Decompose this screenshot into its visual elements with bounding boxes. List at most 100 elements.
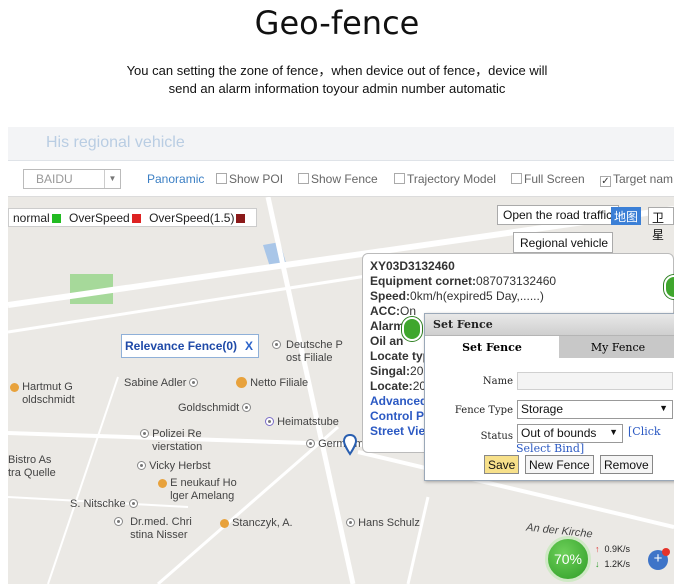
remove-button[interactable]: Remove (600, 455, 653, 474)
map-poi[interactable]: Hans Schulz (346, 517, 420, 530)
legend-overspeed15-swatch (236, 214, 246, 223)
advanced-link[interactable]: Advanced (370, 394, 427, 408)
equipment-value: 087073132460 (476, 274, 557, 288)
poi-dot-icon (189, 378, 199, 387)
checkbox-icon[interactable] (511, 173, 522, 184)
checkbox-icon[interactable] (298, 173, 309, 184)
map-toolbar: BAIDU ▼ Panoramic Show POI Show Fence Tr… (8, 161, 674, 197)
poi-dot-icon (242, 403, 252, 412)
open-road-traffic-button[interactable]: Open the road traffic (497, 205, 620, 225)
poi-label: Sabine Adler (124, 377, 187, 389)
target-name-label: Target nam (613, 172, 674, 186)
poi-label: vierstation (152, 441, 203, 453)
signal-row: Singal:201 (370, 364, 430, 378)
subtitle-line-1: You can setting the zone of fence，when d… (126, 63, 548, 78)
map-poi[interactable]: E neukauf Ho lger Amelang (158, 477, 237, 503)
speed-value: 0km/h(expired5 Day,......) (410, 289, 544, 303)
tab-set-fence[interactable]: Set Fence (425, 336, 559, 360)
speed-row: Speed:0km/h(expired5 Day,......) (370, 289, 544, 303)
full-screen-checkbox[interactable]: Full Screen (511, 172, 585, 186)
panoramic-link[interactable]: Panoramic (147, 172, 204, 186)
satellite-view-tab[interactable]: 卫星 (648, 207, 674, 242)
map-poi[interactable]: Goldschmidt (178, 402, 252, 415)
map-provider-select[interactable]: BAIDU ▼ (23, 169, 121, 189)
poi-label: oldschmidt (22, 394, 75, 406)
shop-icon (158, 479, 167, 488)
add-button[interactable]: + (648, 548, 670, 570)
page-title: Geo-fence (254, 4, 420, 42)
set-fence-tabs: Set Fence My Fence (425, 336, 674, 360)
legend-overspeed-swatch (131, 214, 141, 223)
map-view-tab[interactable]: 地图 (611, 207, 642, 225)
subtitle-line-2: send an alarm information toyour admin n… (168, 81, 506, 96)
poi-label: Germ (318, 438, 346, 450)
status-badge-icon (664, 275, 674, 299)
download-speed: ↓ 1.2K/s (595, 559, 630, 569)
network-speed-widget: 70% ↑ 0.9K/s ↓ 1.2K/s + (545, 534, 674, 584)
select-bind-link[interactable]: Select Bind] (516, 442, 584, 455)
status-label: Status (480, 431, 513, 442)
click-link[interactable]: [Click (628, 425, 661, 438)
map-poi[interactable]: Deutsche Post Filiale (272, 339, 343, 365)
trajectory-model-checkbox[interactable]: Trajectory Model (394, 172, 496, 186)
map-poi[interactable]: Dr.med. Chri stina Nisser (114, 516, 192, 542)
arrow-up-icon: ↑ (595, 544, 600, 554)
device-id: XY03D3132460 (370, 259, 455, 273)
control-panel-link[interactable]: Control Pa (370, 409, 431, 423)
vehicle-marker-icon[interactable] (343, 434, 357, 456)
tab-my-fence[interactable]: My Fence (559, 336, 674, 358)
show-poi-label: Show POI (229, 172, 284, 186)
target-name-checkbox[interactable]: ✓ Target nam (600, 172, 673, 187)
show-fence-checkbox[interactable]: Show Fence (298, 172, 378, 186)
poi-label: stina Nisser (130, 529, 188, 541)
oil-label: Oil an (370, 334, 404, 348)
legend-overspeed-label: OverSpeed (69, 211, 130, 225)
fence-type-select[interactable]: Storage ▼ (517, 400, 673, 419)
upload-speed: ↑ 0.9K/s (595, 544, 630, 554)
map-poi[interactable]: Bistro As tra Quelle (8, 454, 56, 480)
upload-speed-value: 0.9K/s (604, 544, 631, 554)
chevron-down-icon[interactable]: ▼ (609, 427, 618, 437)
close-icon[interactable]: X (245, 339, 253, 353)
map-poi[interactable]: Hartmut Goldschmidt (10, 381, 75, 407)
map-poi[interactable]: Netto Filiale (236, 377, 308, 390)
poi-label: Goldschmidt (178, 402, 240, 414)
relevance-fence-panel[interactable]: Relevance Fence(0) X (121, 334, 259, 358)
poi-label: Deutsche P (286, 339, 343, 351)
regional-vehicle-button[interactable]: Regional vehicle (513, 232, 614, 253)
poi-dot-icon (137, 461, 146, 470)
set-fence-title: Set Fence (425, 314, 674, 336)
shop-icon (236, 377, 247, 388)
map-poi[interactable]: Heimatstube (265, 416, 339, 429)
status-select[interactable]: Out of bounds ▼ (517, 424, 623, 443)
speed-label: Speed: (370, 289, 411, 303)
page-subtitle: You can setting the zone of fence，when d… (0, 62, 674, 98)
equipment-label: Equipment cornet: (370, 274, 477, 288)
chevron-down-icon[interactable]: ▼ (104, 170, 120, 188)
map-poi[interactable]: S. Nitschke (70, 498, 138, 511)
map-canvas[interactable]: normal OverSpeed OverSpeed(1.5) Open the… (8, 197, 674, 584)
page: Geo-fence You can setting the zone of fe… (0, 0, 674, 584)
acc-value: On (400, 304, 417, 318)
map-provider-value: BAIDU (36, 172, 73, 186)
poi-dot-icon (346, 518, 355, 527)
new-fence-button[interactable]: New Fence (525, 455, 594, 474)
download-speed-value: 1.2K/s (604, 559, 631, 569)
street-view-link[interactable]: Street Vie (370, 424, 425, 438)
poi-label: ost Filiale (286, 352, 333, 364)
map-poi[interactable]: Vicky Herbst (137, 460, 211, 473)
fence-name-input[interactable] (517, 372, 673, 390)
save-button[interactable]: Save (484, 455, 520, 474)
map-poi[interactable]: Stanczyk, A. (220, 517, 293, 530)
checkbox-icon[interactable] (216, 173, 227, 184)
equipment-row: Equipment cornet:087073132460 (370, 274, 556, 288)
checkbox-icon[interactable] (394, 173, 405, 184)
show-poi-checkbox[interactable]: Show POI (216, 172, 283, 186)
map-poi[interactable]: Sabine Adler (124, 377, 199, 390)
checkbox-checked-icon[interactable]: ✓ (600, 176, 611, 187)
map-poi[interactable]: Polizei Re vierstation (140, 428, 202, 454)
chevron-down-icon[interactable]: ▼ (659, 403, 668, 413)
poi-label: Polizei Re (152, 428, 202, 440)
poi-label: Hartmut G (22, 381, 73, 393)
app-topbar: His regional vehicle (8, 127, 674, 161)
